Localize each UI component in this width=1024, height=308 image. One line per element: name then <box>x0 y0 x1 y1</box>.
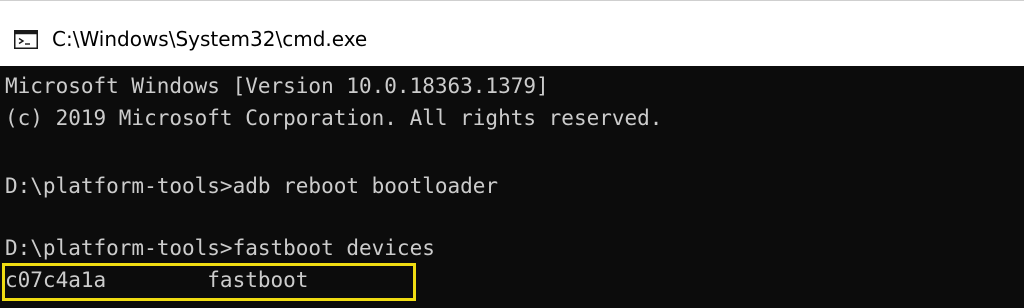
window-title: C:\Windows\System32\cmd.exe <box>52 27 368 51</box>
console-output[interactable]: Microsoft Windows [Version 10.0.18363.13… <box>0 66 1024 308</box>
console-line-adb-command: D:\platform-tools>adb reboot bootloader <box>5 174 499 198</box>
console-line-version: Microsoft Windows [Version 10.0.18363.13… <box>5 74 549 98</box>
cmd-prompt-icon <box>14 30 38 49</box>
console-line-copyright: (c) 2019 Microsoft Corporation. All righ… <box>5 106 663 130</box>
title-bar[interactable]: C:\Windows\System32\cmd.exe <box>0 0 1024 66</box>
console-line-fastboot-command: D:\platform-tools>fastboot devices <box>5 236 435 260</box>
cmd-window: C:\Windows\System32\cmd.exe Microsoft Wi… <box>0 0 1024 308</box>
device-highlight-box <box>2 263 416 301</box>
